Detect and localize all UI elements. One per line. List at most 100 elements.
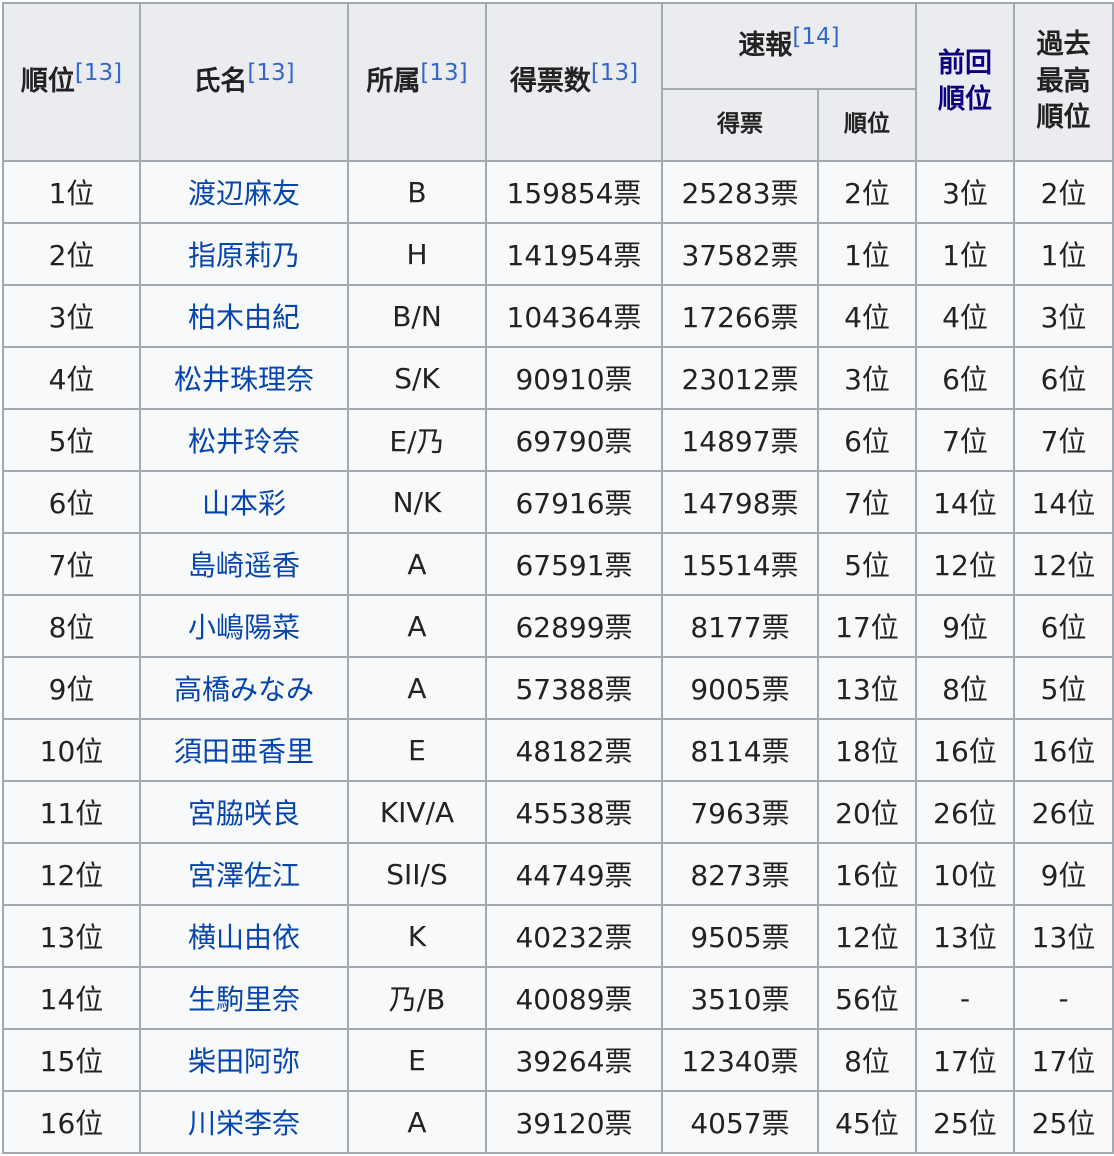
member-name-link[interactable]: 指原莉乃 bbox=[188, 239, 300, 272]
cell-team: 乃/B bbox=[347, 966, 487, 1030]
cell-votes: 40232票 bbox=[485, 904, 663, 968]
cell-votes: 67591票 bbox=[485, 532, 663, 596]
cell-rank: 4位 bbox=[2, 346, 141, 410]
cell-best: 25位 bbox=[1013, 1090, 1114, 1154]
cell-team: SII/S bbox=[347, 842, 487, 906]
member-name-link[interactable]: 柏木由紀 bbox=[188, 301, 300, 334]
cell-rank: 12位 bbox=[2, 842, 141, 906]
cell-best: 17位 bbox=[1013, 1028, 1114, 1092]
cell-votes: 69790票 bbox=[485, 408, 663, 472]
cell-prelim-votes: 17266票 bbox=[661, 284, 819, 348]
header-best-line3: 順位 bbox=[1036, 102, 1091, 134]
cell-name: 指原莉乃 bbox=[139, 222, 349, 286]
election-results-table: 順位[13] 氏名[13] 所属[13] 得票数[13] 速報[14] 前回 順… bbox=[2, 2, 1114, 1154]
cell-prelim-votes: 4057票 bbox=[661, 1090, 819, 1154]
table-row: 8位 小嶋陽菜 A 62899票 8177票 17位 9位 6位 bbox=[2, 594, 1114, 658]
ref-13-link[interactable]: [13] bbox=[591, 60, 638, 86]
member-name-link[interactable]: 宮脇咲良 bbox=[188, 797, 300, 830]
cell-prelim-rank: 20位 bbox=[817, 780, 917, 844]
cell-votes: 45538票 bbox=[485, 780, 663, 844]
header-prev-rank-line1: 前回 bbox=[938, 47, 992, 79]
cell-team: K bbox=[347, 904, 487, 968]
cell-best: 26位 bbox=[1013, 780, 1114, 844]
member-name-link[interactable]: 生駒里奈 bbox=[188, 983, 300, 1016]
cell-prelim-votes: 8114票 bbox=[661, 718, 819, 782]
member-name-link[interactable]: 高橋みなみ bbox=[174, 673, 314, 706]
cell-rank: 2位 bbox=[2, 222, 141, 286]
cell-prelim-votes: 9505票 bbox=[661, 904, 819, 968]
cell-prelim-rank: 6位 bbox=[817, 408, 917, 472]
cell-prelim-rank: 4位 bbox=[817, 284, 917, 348]
table-row: 13位 横山由依 K 40232票 9505票 12位 13位 13位 bbox=[2, 904, 1114, 968]
cell-prev: 10位 bbox=[915, 842, 1015, 906]
cell-votes: 141954票 bbox=[485, 222, 663, 286]
cell-prelim-votes: 8273票 bbox=[661, 842, 819, 906]
member-name-link[interactable]: 島崎遥香 bbox=[188, 549, 300, 582]
table-row: 5位 松井玲奈 E/乃 69790票 14897票 6位 7位 7位 bbox=[2, 408, 1114, 472]
member-name-link[interactable]: 小嶋陽菜 bbox=[188, 611, 300, 644]
header-rank-label: 順位 bbox=[20, 65, 75, 97]
cell-team: E bbox=[347, 718, 487, 782]
header-prev-rank[interactable]: 前回 順位 bbox=[915, 2, 1015, 162]
cell-prelim-votes: 12340票 bbox=[661, 1028, 819, 1092]
table-row: 15位 柴田阿弥 E 39264票 12340票 8位 17位 17位 bbox=[2, 1028, 1114, 1092]
table-row: 12位 宮澤佐江 SII/S 44749票 8273票 16位 10位 9位 bbox=[2, 842, 1114, 906]
cell-rank: 11位 bbox=[2, 780, 141, 844]
cell-name: 宮澤佐江 bbox=[139, 842, 349, 906]
header-best-rank: 過去 最高 順位 bbox=[1013, 2, 1114, 162]
cell-prev: 9位 bbox=[915, 594, 1015, 658]
ref-13-link[interactable]: [13] bbox=[75, 60, 122, 86]
cell-best: 7位 bbox=[1013, 408, 1114, 472]
cell-prev: 13位 bbox=[915, 904, 1015, 968]
cell-prev: 8位 bbox=[915, 656, 1015, 720]
cell-name: 小嶋陽菜 bbox=[139, 594, 349, 658]
ref-13-link[interactable]: [13] bbox=[420, 60, 467, 86]
member-name-link[interactable]: 須田亜香里 bbox=[174, 735, 314, 768]
cell-rank: 5位 bbox=[2, 408, 141, 472]
cell-team: E bbox=[347, 1028, 487, 1092]
header-prelim: 速報[14] bbox=[661, 2, 917, 90]
cell-prelim-votes: 14798票 bbox=[661, 470, 819, 534]
cell-prelim-rank: 8位 bbox=[817, 1028, 917, 1092]
cell-best: 3位 bbox=[1013, 284, 1114, 348]
member-name-link[interactable]: 山本彩 bbox=[202, 487, 286, 520]
cell-team: A bbox=[347, 532, 487, 596]
cell-prev: 26位 bbox=[915, 780, 1015, 844]
cell-rank: 9位 bbox=[2, 656, 141, 720]
cell-name: 柏木由紀 bbox=[139, 284, 349, 348]
member-name-link[interactable]: 宮澤佐江 bbox=[188, 859, 300, 892]
member-name-link[interactable]: 横山由依 bbox=[188, 921, 300, 954]
cell-prelim-rank: 2位 bbox=[817, 160, 917, 224]
cell-name: 横山由依 bbox=[139, 904, 349, 968]
header-votes: 得票数[13] bbox=[485, 2, 663, 162]
cell-team: A bbox=[347, 656, 487, 720]
member-name-link[interactable]: 松井玲奈 bbox=[188, 425, 300, 458]
member-name-link[interactable]: 渡辺麻友 bbox=[188, 177, 300, 210]
cell-name: 柴田阿弥 bbox=[139, 1028, 349, 1092]
member-name-link[interactable]: 松井珠理奈 bbox=[174, 363, 314, 396]
cell-prelim-rank: 5位 bbox=[817, 532, 917, 596]
table-row: 14位 生駒里奈 乃/B 40089票 3510票 56位 - - bbox=[2, 966, 1114, 1030]
cell-team: KIV/A bbox=[347, 780, 487, 844]
member-name-link[interactable]: 柴田阿弥 bbox=[188, 1045, 300, 1078]
ref-13-link[interactable]: [13] bbox=[247, 60, 294, 86]
header-best-line1: 過去 bbox=[1036, 29, 1091, 61]
cell-prev: 4位 bbox=[915, 284, 1015, 348]
cell-prelim-rank: 3位 bbox=[817, 346, 917, 410]
cell-rank: 15位 bbox=[2, 1028, 141, 1092]
cell-votes: 62899票 bbox=[485, 594, 663, 658]
cell-votes: 159854票 bbox=[485, 160, 663, 224]
member-name-link[interactable]: 川栄李奈 bbox=[188, 1107, 300, 1140]
table-row: 9位 高橋みなみ A 57388票 9005票 13位 8位 5位 bbox=[2, 656, 1114, 720]
cell-prelim-rank: 16位 bbox=[817, 842, 917, 906]
ref-14-link[interactable]: [14] bbox=[792, 24, 839, 50]
cell-team: A bbox=[347, 1090, 487, 1154]
cell-prelim-rank: 1位 bbox=[817, 222, 917, 286]
header-rank: 順位[13] bbox=[2, 2, 141, 162]
cell-best: 9位 bbox=[1013, 842, 1114, 906]
cell-votes: 39120票 bbox=[485, 1090, 663, 1154]
cell-best: 13位 bbox=[1013, 904, 1114, 968]
cell-prelim-votes: 15514票 bbox=[661, 532, 819, 596]
cell-prev: 25位 bbox=[915, 1090, 1015, 1154]
table-body: 1位 渡辺麻友 B 159854票 25283票 2位 3位 2位 2位 指原莉乃 H 141954票… bbox=[2, 160, 1114, 1154]
